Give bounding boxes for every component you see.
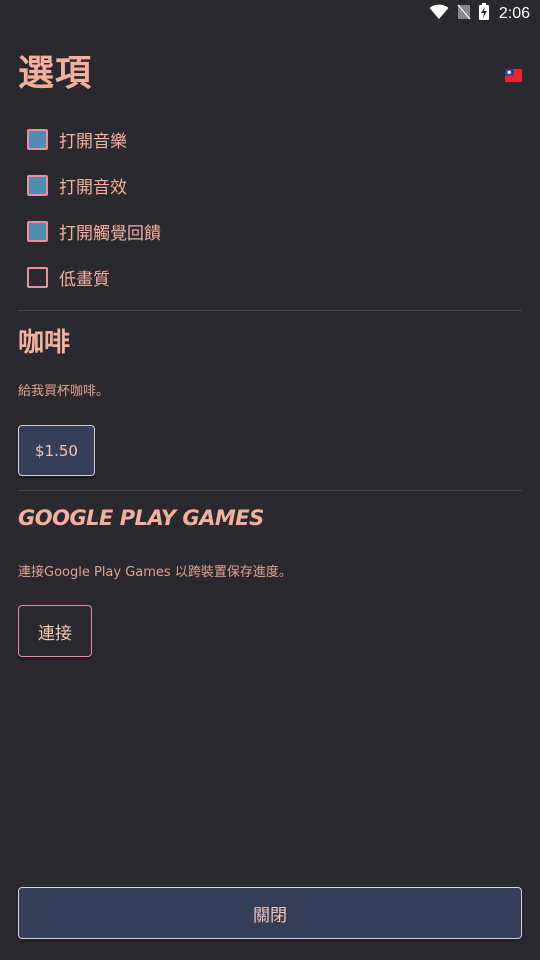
status-bar: 2:06 [0,0,540,28]
coffee-description: 給我買杯咖啡。 [18,384,110,399]
option-label: 打開音效 [59,177,127,198]
status-icons: 2:06 [429,2,530,24]
battery-charging-icon [478,3,489,24]
buy-coffee-button[interactable]: $1.50 [18,425,95,476]
option-sound-effects[interactable]: 打開音效 [27,173,127,198]
music-checkbox[interactable] [27,128,48,150]
option-label: 打開音樂 [59,131,127,152]
option-label: 打開觸覺回饋 [59,223,161,244]
connect-button[interactable]: 連接 [18,605,92,657]
google-play-games-title: GOOGLE PLAY GAMES [18,506,264,530]
taiwan-flag-icon[interactable] [505,67,522,82]
low-quality-checkbox[interactable] [27,266,48,288]
option-low-quality[interactable]: 低畫質 [27,265,110,290]
divider [18,310,522,311]
wifi-icon [429,4,449,24]
option-haptic-feedback[interactable]: 打開觸覺回饋 [27,219,161,244]
option-label: 低畫質 [59,269,110,290]
sound-effects-checkbox[interactable] [27,174,48,196]
coffee-section-title: 咖啡 [18,328,71,358]
divider [18,490,522,491]
options-screen: 2:06 選項 打開音樂 打開音效 打開觸覺回饋 低畫質 咖啡 給我買杯咖啡。 … [0,0,540,960]
page-title: 選項 [18,53,93,94]
no-sim-icon [456,2,472,24]
google-play-games-description: 連接Google Play Games 以跨裝置保存進度。 [18,565,292,580]
haptic-feedback-checkbox[interactable] [27,220,48,242]
status-time: 2:06 [498,4,530,22]
close-button[interactable]: 關閉 [18,887,522,939]
option-music[interactable]: 打開音樂 [27,127,127,152]
